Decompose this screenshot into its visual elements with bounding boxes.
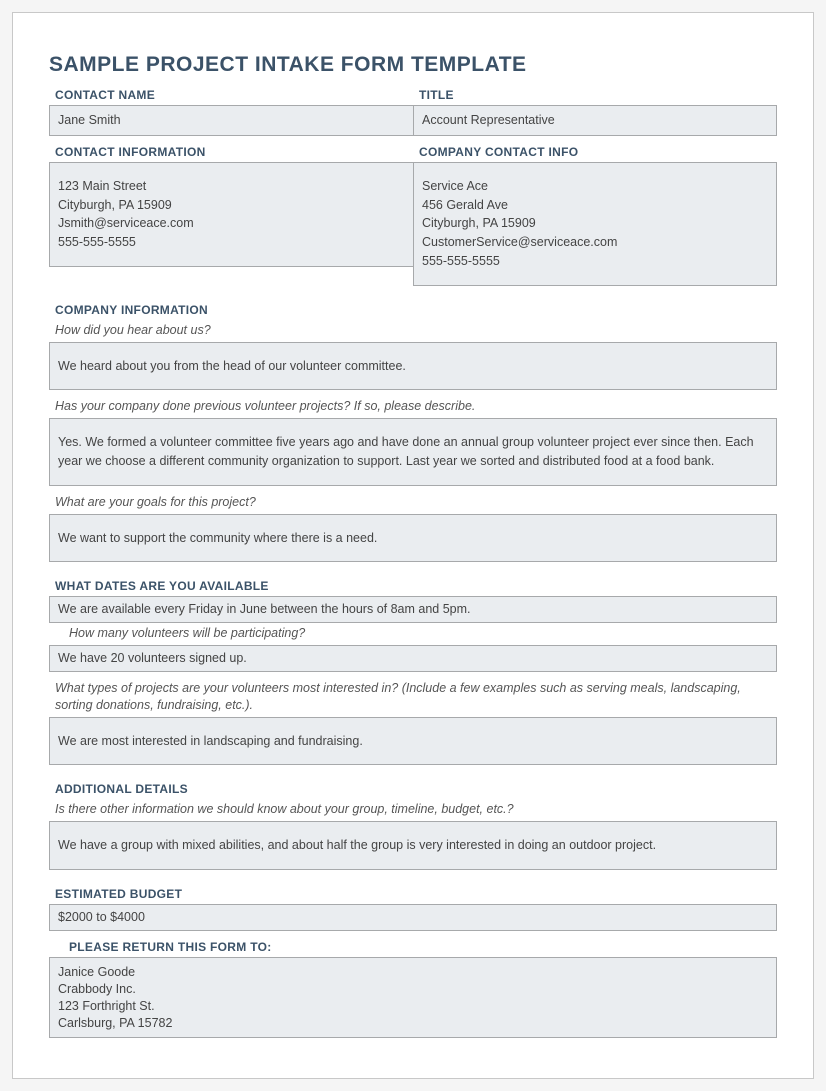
additional-details-header: ADDITIONAL DETAILS xyxy=(49,779,777,799)
contact-name-label: CONTACT NAME xyxy=(49,85,413,105)
dates-available-value: We are available every Friday in June be… xyxy=(49,596,777,623)
q-project-types: What types of projects are your voluntee… xyxy=(49,678,777,717)
contact-title-row: CONTACT NAME Jane Smith TITLE Account Re… xyxy=(49,85,777,136)
q-hear-about-us: How did you hear about us? xyxy=(49,320,777,342)
q-additional-details: Is there other information we should kno… xyxy=(49,799,777,821)
contact-info-row: CONTACT INFORMATION 123 Main Street City… xyxy=(49,142,777,286)
a-additional-details: We have a group with mixed abilities, an… xyxy=(49,821,777,870)
contact-info-label: CONTACT INFORMATION xyxy=(49,142,413,162)
company-information-header: COMPANY INFORMATION xyxy=(49,300,777,320)
company-contact-info-value: Service Ace 456 Gerald Ave Cityburgh, PA… xyxy=(413,162,777,286)
estimated-budget-header: ESTIMATED BUDGET xyxy=(49,884,777,904)
a-goals: We want to support the community where t… xyxy=(49,514,777,563)
title-label: TITLE xyxy=(413,85,777,105)
a-previous-projects: Yes. We formed a volunteer committee fiv… xyxy=(49,418,777,486)
q-previous-projects: Has your company done previous volunteer… xyxy=(49,396,777,418)
document-title: SAMPLE PROJECT INTAKE FORM TEMPLATE xyxy=(49,53,777,77)
q-volunteer-count: How many volunteers will be participatin… xyxy=(49,623,777,645)
contact-info-value: 123 Main Street Cityburgh, PA 15909 Jsmi… xyxy=(49,162,413,267)
estimated-budget-value: $2000 to $4000 xyxy=(49,904,777,931)
q-goals: What are your goals for this project? xyxy=(49,492,777,514)
dates-available-header: WHAT DATES ARE YOU AVAILABLE xyxy=(49,576,777,596)
company-contact-info-label: COMPANY CONTACT INFO xyxy=(413,142,777,162)
return-form-header: PLEASE RETURN THIS FORM TO: xyxy=(49,937,777,957)
a-project-types: We are most interested in landscaping an… xyxy=(49,717,777,766)
a-volunteer-count: We have 20 volunteers signed up. xyxy=(49,645,777,672)
return-form-value: Janice Goode Crabbody Inc. 123 Forthrigh… xyxy=(49,957,777,1039)
title-value: Account Representative xyxy=(413,105,777,136)
a-hear-about-us: We heard about you from the head of our … xyxy=(49,342,777,391)
intake-form-page: SAMPLE PROJECT INTAKE FORM TEMPLATE CONT… xyxy=(12,12,814,1079)
contact-name-value: Jane Smith xyxy=(49,105,413,136)
